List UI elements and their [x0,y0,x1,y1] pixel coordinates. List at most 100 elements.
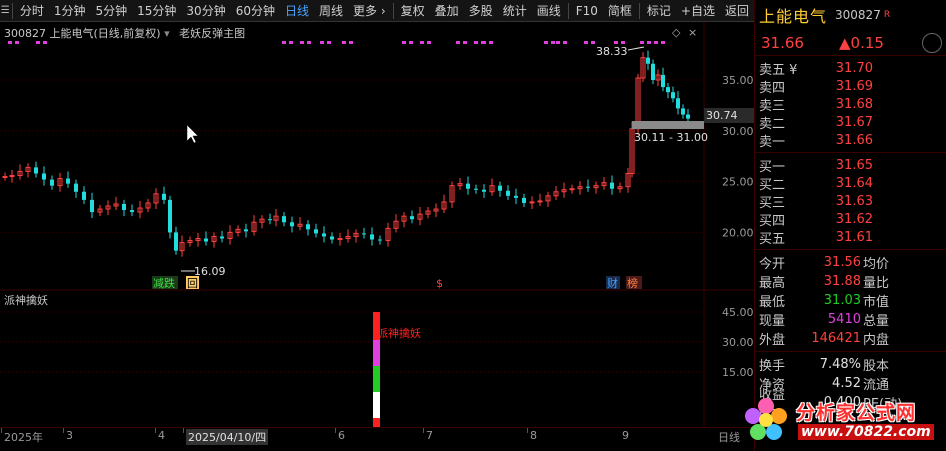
marker-dollar: $ [436,277,443,290]
toolbar-item-1[interactable]: 1分钟 [49,0,91,22]
book-row[interactable]: 买三 31.63 [755,192,946,211]
book-row[interactable]: 买一 31.65 [755,156,946,175]
book-level-label: 买四 [759,213,786,229]
date-axis: 2025年 3 4 2025/04/10/四 6 7 8 9 日线 [0,427,754,451]
date-tick-mark [1,428,2,433]
toolbar-item-13[interactable]: 画线 [532,0,566,22]
toolbar-item-9[interactable]: 复权 [396,0,430,22]
signal-bar-green [373,366,380,392]
range-label: 30.11 - 31.00 [634,131,708,144]
main-chart-header: 300827 上能电气(日线,前复权) ▾ 老妖反弹主图 [4,25,245,41]
stat-row: 外盘 146421 内盘 [755,329,946,348]
toolbar-item-4[interactable]: 30分钟 [181,0,230,22]
book-row[interactable]: 买五 31.61 [755,228,946,247]
sub-indicator-name[interactable]: 派神擒妖 [4,294,48,307]
book-row[interactable]: 卖三 31.68 [755,95,946,114]
toolbar-item-10[interactable]: 叠加 [430,0,464,22]
stat-label: 换手 [759,359,786,374]
signal-dot [307,41,311,44]
signal-dot [614,41,618,44]
diamond-icon: ◇ [672,26,681,39]
toolbar-item-18[interactable]: 返回 [720,0,754,22]
toolbar-divider [392,2,394,19]
toolbar-item-16[interactable]: 标记 [642,0,676,22]
toolbar-item-5[interactable]: 60分钟 [231,0,280,22]
signal-dot [36,41,40,44]
indicator-name[interactable]: 老妖反弹主图 [179,27,245,40]
mouse-cursor-icon [186,124,199,144]
date-tick: 7 [426,429,433,442]
signal-dot [409,41,413,44]
chart-menu-icon[interactable]: ☰ [0,0,10,22]
candle-body [34,167,38,174]
chart-stock-title: 300827 上能电气(日线,前复权) [4,27,161,40]
book-row[interactable]: 卖五 ¥ 31.70 [755,59,946,78]
signal-dot [474,41,478,44]
book-level-label: 卖五 ¥ [759,62,798,78]
signal-bar-white [373,392,380,418]
stat-row: 最高 31.88 量比 [755,272,946,291]
date-tick: 4 [158,429,165,442]
signal-label: 派神擒妖 [377,326,421,340]
book-row[interactable]: 卖二 31.67 [755,113,946,132]
candle-body [671,92,675,99]
signal-dot [327,41,331,44]
bid-book: 买一 31.65 买二 31.64 买三 31.63 买四 31.62 买五 31.61 [755,153,946,250]
date-tick: 8 [530,429,537,442]
stat-row: 今开 31.56 均价 [755,253,946,272]
signal-dot [43,41,47,44]
signal-dot [544,41,548,44]
stat-value: 7.48% [819,357,861,372]
candle-body [686,114,690,119]
toolbar-item-12[interactable]: 统计 [498,0,532,22]
book-row[interactable]: 卖四 31.69 [755,77,946,96]
chart-canvas[interactable]: 35.00 30.00 25.00 20.00 ◇ × 38.33 30.74 30.11 - … [0,22,754,427]
book-level-label: 买二 [759,177,786,193]
signal-dot [654,41,658,44]
stat-label-secondary: 均价 [863,257,890,272]
toolbar-item-8[interactable]: 更多 › [348,0,391,22]
signal-dot [556,41,560,44]
main-kline-chart[interactable]: 35.00 30.00 25.00 20.00 ◇ × 38.33 30.74 30.11 - … [0,22,754,427]
book-row[interactable]: 卖一 31.66 [755,131,946,150]
last-price: 31.66 [761,33,804,52]
toolbar-item-14[interactable]: F10 [571,0,603,22]
signal-dot [647,41,651,44]
candle-body [168,199,172,233]
book-level-label: 卖三 [759,98,786,114]
date-tick-mark [183,428,184,433]
signal-dot [463,41,467,44]
margin-badge: R [883,9,891,20]
candle-body [244,229,248,232]
candle-body [666,87,670,93]
candle-body [646,57,650,64]
flower-logo-icon [745,398,787,440]
toolbar-item-3[interactable]: 15分钟 [132,0,181,22]
book-price: 31.64 [835,175,873,191]
stat-label: 今开 [759,257,786,272]
signal-dot [591,41,595,44]
candle-body [410,216,414,220]
toolbar-item-17[interactable]: +自选 [676,0,720,22]
candle-body [90,199,94,213]
date-tick-mark [155,428,156,433]
date-tick: 3 [66,429,73,442]
date-tick: 6 [338,429,345,442]
toolbar-item-0[interactable]: 分时 [15,0,49,22]
toolbar-item-7[interactable]: 周线 [314,0,348,22]
candle-body [306,224,310,230]
stock-title-row: 上能电气 300827 R [755,0,946,30]
dropdown-icon[interactable]: ▾ [164,27,170,40]
stat-label-secondary: 内盘 [863,333,890,348]
book-level-label: 卖二 [759,116,786,132]
toolbar-item-2[interactable]: 5分钟 [91,0,133,22]
stat-label-secondary: 流通 [863,378,890,393]
toolbar-item-11[interactable]: 多股 [464,0,498,22]
book-row[interactable]: 买四 31.62 [755,210,946,229]
stat-value: 5410 [827,312,861,327]
signal-dot [342,41,346,44]
toolbar-item-6[interactable]: 日线 [280,0,314,22]
candle-body [661,74,665,88]
toolbar-item-15[interactable]: 简框 [603,0,637,22]
book-row[interactable]: 买二 31.64 [755,174,946,193]
